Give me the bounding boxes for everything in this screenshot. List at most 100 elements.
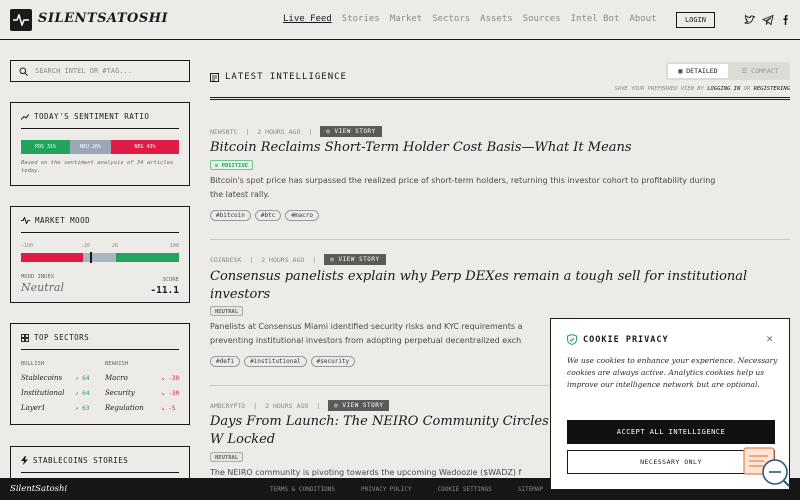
view-story-label: VIEW STORY: [338, 256, 380, 263]
sentiment-positive: POS 31%: [21, 140, 70, 154]
separator: |: [316, 401, 321, 410]
score-value: -11.1: [150, 285, 179, 296]
article-meta: AMBCRYPTO | 2 HOURS AGO | ◎ VIEW STORY: [210, 400, 390, 411]
footer-link-terms[interactable]: TERMS & CONDITIONS: [270, 486, 335, 493]
feed-title: LATEST INTELLIGENCE: [210, 72, 347, 82]
article-meta: COINDESK | 2 HOURS AGO | ◎ VIEW STORY: [210, 254, 386, 265]
sector-bearish-1[interactable]: Macro: [105, 374, 128, 382]
sector-bullish-2[interactable]: Institutional: [21, 389, 64, 397]
sector-bearish-2[interactable]: Security: [105, 389, 135, 397]
score-label: SCORE: [162, 277, 179, 283]
nav-sources[interactable]: Sources: [523, 14, 561, 24]
facebook-icon[interactable]: [780, 14, 792, 26]
view-story-label: VIEW STORY: [334, 128, 376, 135]
view-story-button[interactable]: ◎ VIEW STORY: [324, 254, 386, 265]
feed-divider: [210, 99, 790, 100]
article-summary: Bitcoin's spot price has surpassed the r…: [210, 176, 716, 199]
sector-bullish-1-value: ↗ 64: [75, 375, 90, 382]
article-time: 2 HOURS AGO: [261, 255, 305, 264]
sector-bullish-3[interactable]: Layer1: [21, 404, 46, 412]
login-button[interactable]: LOGIN: [676, 12, 715, 28]
sector-bullish-1[interactable]: Stablecoins: [21, 374, 62, 382]
nav-assets[interactable]: Assets: [480, 14, 513, 24]
market-mood-card: MARKET MOOD -100 -26 26 100 MOOD INDEX N…: [10, 206, 190, 303]
divider: [21, 472, 179, 473]
toggle-compact-label: COMPACT: [751, 67, 779, 75]
mood-index-value: Neutral: [21, 281, 64, 294]
sentiment-title: TODAY'S SENTIMENT RATIO: [34, 112, 150, 121]
article-divider: [210, 239, 790, 240]
view-story-button[interactable]: ◎ VIEW STORY: [328, 400, 390, 411]
nav-about[interactable]: About: [629, 14, 656, 24]
list-icon: ☰: [741, 67, 752, 75]
view-story-button[interactable]: ◎ VIEW STORY: [320, 126, 382, 137]
tag[interactable]: #security: [310, 356, 356, 367]
article-headline[interactable]: Days From Launch: The NEIRO Community Ci…: [210, 413, 550, 449]
nav-stories[interactable]: Stories: [342, 14, 380, 24]
nav-intel-bot[interactable]: Intel Bot: [571, 14, 620, 24]
cookie-title: COOKIE PRIVACY: [583, 335, 669, 345]
save-note-or: OR: [743, 86, 751, 92]
site-header: SILENTSATOSHI Live Feed Stories Market S…: [0, 0, 800, 40]
login-link[interactable]: LOGGING IN: [707, 86, 740, 92]
bullish-label: BULLISH: [21, 361, 45, 367]
bearish-label: BEARISH: [105, 361, 129, 367]
footer-brand[interactable]: SilentSatoshi: [10, 484, 67, 494]
register-link[interactable]: REGISTERING: [754, 86, 790, 92]
sector-bearish-3[interactable]: Regulation: [105, 404, 144, 412]
mood-gauge-bullish: [116, 253, 179, 262]
search-icon: [19, 67, 28, 76]
footer-link-sitemap[interactable]: SITEMAP: [518, 486, 543, 493]
mood-index-label: MOOD INDEX: [21, 274, 55, 280]
sentiment-card: TODAY'S SENTIMENT RATIO POS 31% NEU 26% …: [10, 102, 190, 186]
main-nav: Live Feed Stories Market Sectors Assets …: [283, 14, 667, 24]
grid-icon: [21, 333, 29, 342]
sectors-title: TOP SECTORS: [34, 333, 90, 342]
separator: |: [253, 401, 258, 410]
tag[interactable]: #institutional: [244, 356, 307, 367]
telegram-icon[interactable]: [762, 14, 774, 26]
nav-sectors[interactable]: Sectors: [432, 14, 470, 24]
article-source[interactable]: COINDESK: [210, 256, 241, 264]
tag[interactable]: #defi: [210, 356, 241, 367]
article-tags: #defi #institutional #security: [210, 356, 356, 367]
article-source[interactable]: NEWSBTC: [210, 128, 237, 136]
footer-link-privacy[interactable]: PRIVACY POLICY: [361, 486, 412, 493]
sentiment-badge: NEUTRAL: [210, 306, 244, 316]
search-input[interactable]: SEARCH INTEL OR #TAG...: [10, 60, 190, 82]
mood-title: MARKET MOOD: [35, 216, 91, 225]
separator: |: [308, 127, 313, 136]
toggle-compact[interactable]: ☰ COMPACT: [732, 64, 788, 78]
footer-link-cookie-settings[interactable]: COOKIE SETTINGS: [438, 486, 492, 493]
separator: |: [245, 127, 250, 136]
mood-tick: 100: [169, 243, 179, 249]
tag[interactable]: #macro: [285, 210, 320, 221]
tag[interactable]: #bitcoin: [210, 210, 251, 221]
save-view-note: SAVE YOUR PREFERRED VIEW BY LOGGING IN O…: [614, 86, 790, 92]
mood-tick: 26: [112, 243, 119, 249]
sentiment-badge-label: POSITIVE: [221, 163, 249, 169]
accept-all-button[interactable]: ACCEPT ALL INTELLIGENCE: [567, 420, 775, 444]
brand-name[interactable]: SILENTSATOSHI: [38, 11, 168, 26]
article-headline[interactable]: Consensus panelists explain why Perp DEX…: [210, 268, 750, 304]
logo-icon[interactable]: [10, 9, 32, 31]
tag[interactable]: #btc: [254, 210, 282, 221]
article-summary: The NEIRO community is pivoting towards …: [210, 468, 522, 477]
article-source[interactable]: AMBCRYPTO: [210, 402, 245, 410]
article-headline[interactable]: Bitcoin Reclaims Short-Term Holder Cost …: [210, 139, 632, 157]
intel-bot-chat-icon[interactable]: [742, 446, 790, 488]
mood-gauge-bearish: [21, 253, 83, 262]
close-icon[interactable]: ✕: [766, 332, 773, 345]
nav-market[interactable]: Market: [390, 14, 423, 24]
sector-bullish-2-value: ↗ 64: [75, 390, 90, 397]
nav-live-feed[interactable]: Live Feed: [283, 14, 332, 24]
pulse-icon: [21, 217, 30, 224]
article-time: 2 HOURS AGO: [257, 127, 301, 136]
cookie-text: We use cookies to enhance your experienc…: [567, 356, 778, 389]
toggle-detailed[interactable]: ▦ DETAILED: [668, 64, 728, 78]
view-toggle: ▦ DETAILED ☰ COMPACT: [666, 62, 790, 80]
sector-bearish-3-value: ↘ -5: [161, 405, 176, 412]
bolt-icon: [21, 456, 28, 465]
twitter-icon[interactable]: [744, 14, 756, 26]
separator: |: [249, 255, 254, 264]
